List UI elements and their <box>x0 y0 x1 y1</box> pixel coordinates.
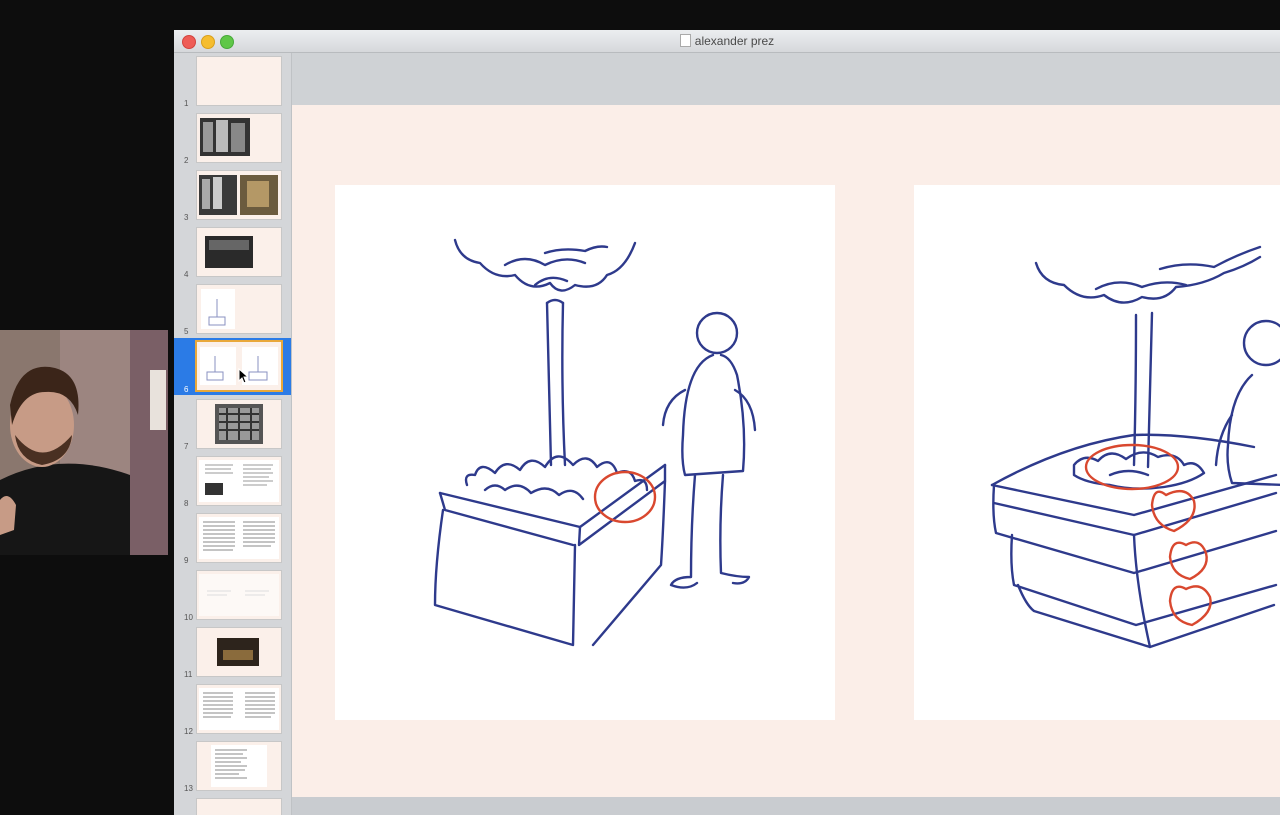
planter-sketch-plain <box>433 238 757 647</box>
slide-thumbnail-12[interactable]: 12 <box>174 683 291 737</box>
pattern-thumbnail <box>215 404 263 444</box>
slide-number: 6 <box>184 385 189 394</box>
slide-preview <box>197 285 281 333</box>
slide-number: 5 <box>184 327 189 336</box>
slide-number: 8 <box>184 499 189 508</box>
slide-thumbnail-3[interactable]: 3 <box>174 169 291 223</box>
slide-thumbnail-10[interactable]: 10 <box>174 569 291 623</box>
slide-preview <box>197 628 281 676</box>
slide-preview <box>197 685 281 733</box>
slide-preview <box>197 514 281 562</box>
slide-preview <box>197 57 281 105</box>
sketch-panel-left <box>335 185 835 720</box>
slide-preview <box>197 799 281 815</box>
slide-preview <box>197 571 281 619</box>
slide-number: 3 <box>184 213 189 222</box>
document-thumbnail <box>199 574 279 616</box>
sketch-thumbnail <box>201 289 235 329</box>
slide-thumbnail-2[interactable]: 2 <box>174 112 291 166</box>
sketch-panel-right <box>914 185 1280 720</box>
slide-number: 7 <box>184 442 189 451</box>
slide-number: 11 <box>184 670 193 679</box>
document-thumbnail <box>199 460 279 502</box>
presenter-video <box>0 330 168 555</box>
slide-number: 12 <box>184 727 193 736</box>
slide-number: 4 <box>184 270 189 279</box>
window-title: alexander prez <box>174 34 1280 48</box>
title-bar[interactable]: alexander prez <box>174 30 1280 53</box>
slide-canvas[interactable] <box>292 105 1280 797</box>
slide-thumbnail-7[interactable]: 7 <box>174 398 291 452</box>
document-thumbnail <box>199 517 279 559</box>
annotation-marks <box>1084 443 1212 627</box>
canvas-bottom-edge <box>292 797 1280 815</box>
slide-preview <box>197 457 281 505</box>
slide-number: 9 <box>184 556 189 565</box>
photo-thumbnail <box>200 118 250 156</box>
slide-number: 1 <box>184 99 189 108</box>
window-title-text: alexander prez <box>694 34 775 48</box>
mouse-pointer-icon <box>238 368 248 384</box>
slide-preview <box>197 114 281 162</box>
slide-navigator[interactable]: 1 2 3 4 5 6 7 8 9 10 11 12 13 <box>174 53 292 815</box>
slide-thumbnail-13[interactable]: 13 <box>174 740 291 794</box>
webcam-video-overlay <box>0 330 168 555</box>
photo-thumbnail <box>205 236 253 268</box>
slide-thumbnail-14[interactable] <box>174 797 291 815</box>
slide-preview <box>197 742 281 790</box>
toolbar-area <box>292 53 1280 105</box>
slide-thumbnail-9[interactable]: 9 <box>174 512 291 566</box>
slide-number: 13 <box>184 784 193 793</box>
slide-thumbnail-5[interactable]: 5 <box>174 283 291 337</box>
document-thumbnail <box>211 745 267 787</box>
slide-number: 10 <box>184 613 193 622</box>
slide-preview <box>197 400 281 448</box>
annotation-circle <box>593 470 657 524</box>
slide-preview <box>197 171 281 219</box>
slide-thumbnail-4[interactable]: 4 <box>174 226 291 280</box>
slide-thumbnail-11[interactable]: 11 <box>174 626 291 680</box>
slide-number: 2 <box>184 156 189 165</box>
slide-thumbnail-1[interactable]: 1 <box>174 55 291 109</box>
slide-preview <box>197 228 281 276</box>
photo-thumbnail <box>217 638 259 666</box>
photo-thumbnail <box>199 175 278 215</box>
presentation-window: alexander prez 1 2 3 4 5 6 7 8 9 10 11 1… <box>174 30 1280 815</box>
planter-sketch-annotated <box>990 245 1280 649</box>
slide-thumbnail-6[interactable]: 6 <box>174 338 291 395</box>
slide-thumbnail-8[interactable]: 8 <box>174 455 291 509</box>
document-thumbnail <box>199 688 279 730</box>
document-icon <box>679 34 691 47</box>
